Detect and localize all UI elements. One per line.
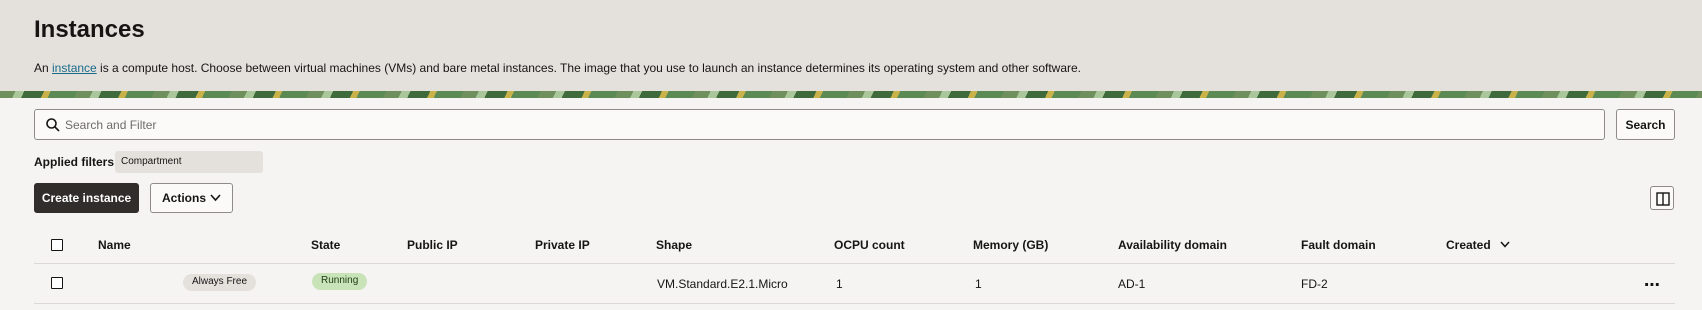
- row-actions-menu-icon[interactable]: ⋯: [1644, 275, 1661, 295]
- status-badge: Running: [312, 273, 368, 290]
- filter-chip-compartment[interactable]: Compartment: [115, 151, 263, 173]
- select-all-checkbox[interactable]: [51, 239, 63, 251]
- column-header-shape[interactable]: Shape: [656, 238, 692, 252]
- search-button[interactable]: Search: [1616, 109, 1675, 140]
- column-header-name[interactable]: Name: [98, 238, 131, 252]
- column-header-state[interactable]: State: [311, 238, 340, 252]
- ocpu-cell: 1: [836, 277, 843, 291]
- search-input[interactable]: [65, 110, 1595, 139]
- sort-chevron-icon[interactable]: [1500, 241, 1510, 248]
- column-header-private-ip[interactable]: Private IP: [535, 238, 590, 252]
- column-settings-button[interactable]: [1650, 186, 1674, 210]
- always-free-badge: Always Free: [183, 274, 257, 291]
- columns-icon: [1656, 192, 1670, 206]
- fault-domain-cell: FD-2: [1301, 277, 1328, 291]
- availability-domain-cell: AD-1: [1118, 277, 1146, 291]
- table-row[interactable]: Always Free Running VM.Standard.E2.1.Mic…: [34, 264, 1675, 304]
- column-header-fault-domain[interactable]: Fault domain: [1301, 238, 1376, 252]
- create-instance-button[interactable]: Create instance: [34, 183, 139, 213]
- intro-prefix: An: [34, 61, 53, 75]
- instance-link[interactable]: instance: [52, 61, 97, 75]
- column-header-memory[interactable]: Memory (GB): [973, 238, 1048, 252]
- applied-filters-label: Applied filters: [34, 155, 115, 169]
- column-header-public-ip[interactable]: Public IP: [407, 238, 458, 252]
- search-field[interactable]: [34, 109, 1605, 140]
- table-header-row: Name State Public IP Private IP Shape OC…: [34, 226, 1675, 264]
- page-header: Instances An instance is a compute host.…: [0, 0, 1702, 91]
- shape-cell: VM.Standard.E2.1.Micro: [657, 277, 788, 291]
- intro-suffix: is a compute host. Choose between virtua…: [96, 61, 1082, 75]
- page-description: An instance is a compute host. Choose be…: [34, 61, 1081, 75]
- column-header-ocpu-count[interactable]: OCPU count: [834, 238, 905, 252]
- decorative-banner: [0, 91, 1702, 98]
- row-checkbox[interactable]: [51, 277, 63, 289]
- actions-menu-button[interactable]: Actions: [150, 183, 233, 213]
- column-header-created[interactable]: Created: [1446, 238, 1491, 252]
- chevron-down-icon: [210, 194, 221, 202]
- actions-label: Actions: [162, 191, 207, 205]
- search-icon: [46, 118, 60, 132]
- column-header-availability-domain[interactable]: Availability domain: [1118, 238, 1227, 252]
- memory-cell: 1: [975, 277, 982, 291]
- page-title: Instances: [34, 16, 145, 43]
